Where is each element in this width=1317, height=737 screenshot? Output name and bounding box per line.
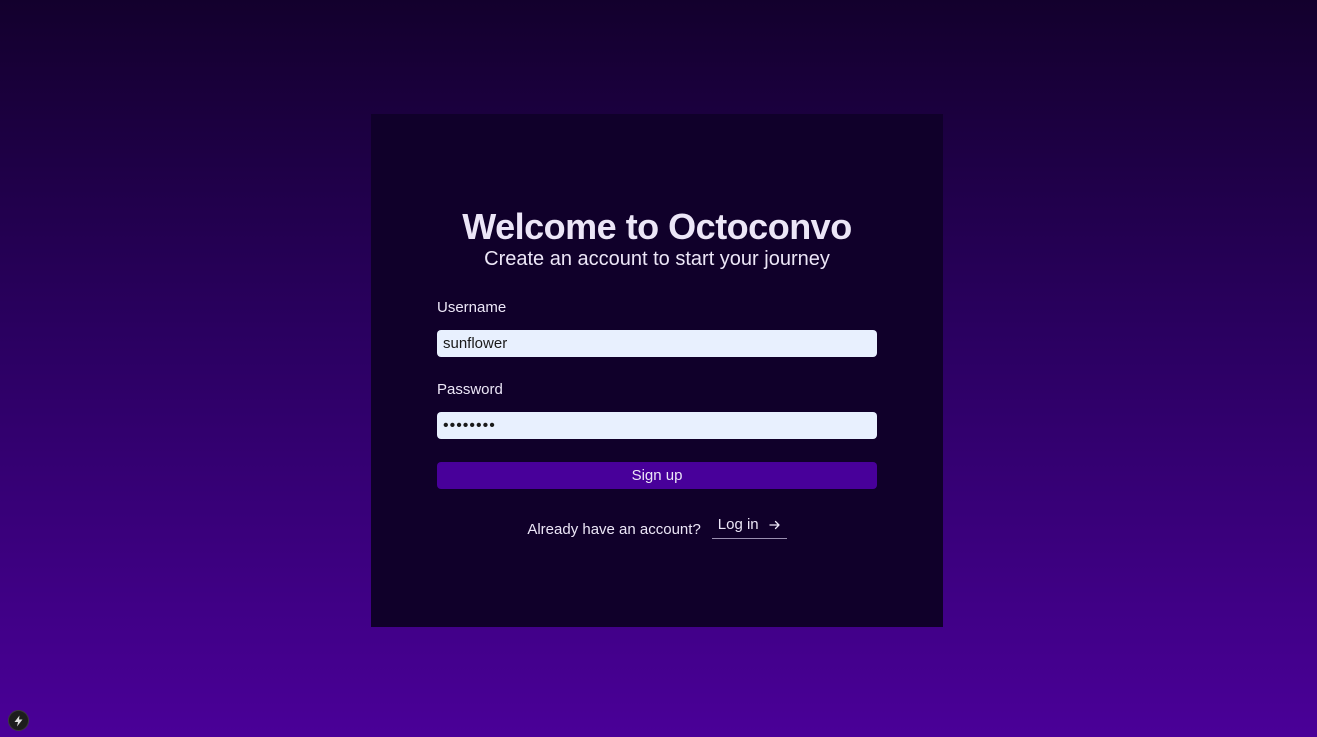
signup-card: Welcome to Octoconvo Create an account t… [371, 114, 943, 627]
login-prompt: Already have an account? [527, 521, 701, 538]
password-input[interactable] [437, 412, 877, 439]
log-in-label: Log in [717, 516, 759, 533]
login-row: Already have an account? Log in [371, 514, 943, 539]
sign-up-button[interactable]: Sign up [437, 462, 877, 489]
arrow-right-icon [769, 520, 780, 529]
lightning-bolt-icon [14, 715, 23, 726]
page-subtitle: Create an account to start your journey [484, 248, 830, 270]
password-label: Password [437, 381, 503, 398]
dev-tools-badge[interactable] [8, 710, 29, 731]
page-title: Welcome to Octoconvo [462, 206, 852, 247]
username-input[interactable] [437, 330, 877, 357]
log-in-link[interactable]: Log in [711, 514, 787, 539]
username-label: Username [437, 299, 507, 316]
